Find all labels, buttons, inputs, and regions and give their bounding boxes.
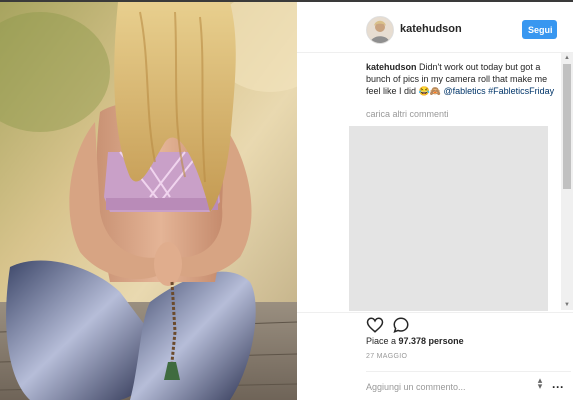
scroll-down-arrow-icon[interactable]: ▼ <box>561 300 573 310</box>
comment-bubble-icon[interactable] <box>392 316 410 334</box>
heart-icon[interactable] <box>366 316 384 334</box>
instagram-post-window: katehudson Segui katehudson Didn't work … <box>0 0 573 400</box>
caption-hashtag[interactable]: #FableticsFriday <box>488 86 554 96</box>
likes-number[interactable]: 97.378 persone <box>399 336 464 346</box>
add-comment-bar: ▴▾ ··· <box>366 371 571 400</box>
post-photo[interactable] <box>0 2 297 400</box>
spinner-arrows-icon[interactable]: ▴ ▾ <box>534 376 546 395</box>
comment-input[interactable] <box>366 379 526 395</box>
post-header: katehudson Segui <box>297 2 573 53</box>
comments-placeholder-box <box>349 126 548 311</box>
caption-username[interactable]: katehudson <box>366 62 417 72</box>
avatar[interactable] <box>366 16 394 44</box>
caption-mention[interactable]: @fabletics <box>443 86 485 96</box>
comments-scrollbar[interactable]: ▲ ▼ <box>561 53 573 310</box>
photo-illustration <box>0 2 297 400</box>
post-date: 27 MAGGIO <box>366 353 408 360</box>
avatar-image <box>367 17 393 43</box>
post-details-panel: katehudson Segui katehudson Didn't work … <box>297 2 573 400</box>
likes-count[interactable]: Piace a 97.378 persone <box>366 336 464 346</box>
scroll-up-arrow-icon[interactable]: ▲ <box>561 53 573 63</box>
header-username[interactable]: katehudson <box>400 23 462 35</box>
scrollbar-thumb[interactable] <box>563 64 571 189</box>
more-options-button[interactable]: ··· <box>552 381 564 393</box>
caption: katehudson Didn't work out today but got… <box>366 61 556 97</box>
load-more-comments-link[interactable]: carica altri commenti <box>366 109 556 119</box>
follow-button[interactable]: Segui <box>522 20 557 39</box>
likes-prefix: Piace a <box>366 336 399 346</box>
